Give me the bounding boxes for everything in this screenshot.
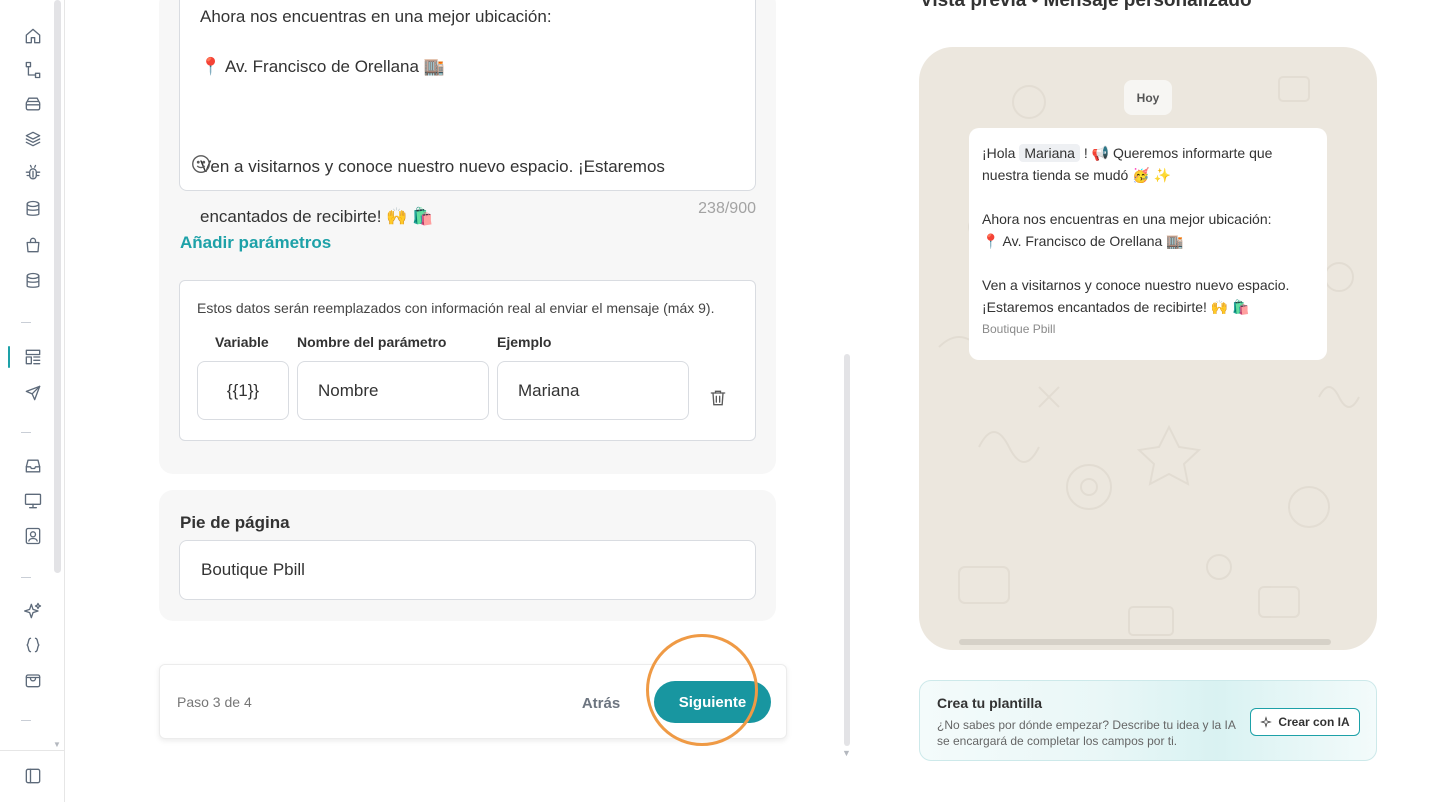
bubble-footer: Boutique Pbill	[982, 322, 1056, 336]
day-chip: Hoy	[1124, 80, 1172, 115]
message-line: Ven a visitarnos y conoce nuestro nuevo …	[200, 157, 665, 176]
param-example-input[interactable]: Mariana	[497, 361, 689, 420]
message-bubble: ¡Hola Mariana ! 📢 Queremos informarte qu…	[969, 128, 1327, 360]
bubble-line: nuestra tienda se mudó 🥳 ✨	[982, 167, 1171, 183]
step-indicator: Paso 3 de 4	[177, 694, 252, 710]
sparkle-icon	[1260, 716, 1273, 728]
message-line: encantados de recibirte! 🙌 🛍️	[200, 207, 434, 226]
params-box: Estos datos serán reemplazados con infor…	[179, 280, 756, 441]
delete-param-button[interactable]	[708, 387, 730, 409]
preview-scrollbar[interactable]	[959, 639, 1331, 645]
database-icon[interactable]	[22, 198, 44, 220]
param-name-input[interactable]: Nombre	[297, 361, 489, 420]
char-counter: 238/900	[698, 200, 756, 217]
bubble-greeting: ¡Hola	[982, 145, 1016, 161]
message-body-textarea[interactable]: Ahora nos encuentras en una mejor ubicac…	[179, 0, 756, 226]
storage-icon[interactable]	[22, 270, 44, 292]
chat-preview: Hoy ¡Hola Mariana ! 📢 Queremos informart…	[919, 47, 1377, 650]
back-button[interactable]: Atrás	[570, 683, 632, 723]
code-braces-icon[interactable]	[22, 634, 44, 656]
send-icon[interactable]	[22, 382, 44, 404]
sidebar-divider	[21, 720, 31, 721]
main-scrollbar[interactable]	[844, 354, 850, 746]
message-line: Ahora nos encuentras en una mejor ubicac…	[200, 7, 552, 26]
archive-icon[interactable]	[22, 93, 44, 115]
col-header-variable: Variable	[215, 334, 269, 350]
params-description: Estos datos serán reemplazados con infor…	[197, 300, 715, 316]
bubble-text: ¡Hola Mariana ! 📢 Queremos informarte qu…	[982, 142, 1317, 318]
create-with-ai-button[interactable]: Crear con IA	[1250, 708, 1360, 736]
bubble-line: Ahora nos encuentras en una mejor ubicac…	[982, 211, 1272, 227]
trash-icon	[710, 390, 726, 406]
ai-card-description: ¿No sabes por dónde empezar? Describe tu…	[937, 718, 1236, 748]
bug-icon[interactable]	[22, 162, 44, 184]
sidebar-active-indicator	[8, 346, 10, 368]
message-body-text: Ahora nos encuentras en una mejor ubicac…	[200, 0, 740, 254]
param-variable-field[interactable]: {{1}}	[197, 361, 289, 420]
home-icon[interactable]	[22, 25, 44, 47]
smiley-icon	[192, 155, 210, 173]
create-with-ai-label: Crear con IA	[1278, 715, 1350, 729]
contact-icon[interactable]	[22, 525, 44, 547]
bubble-line: Ven a visitarnos y conoce nuestro nuevo …	[982, 277, 1290, 293]
stepper-bar: Paso 3 de 4 Atrás Siguiente	[159, 664, 787, 739]
ai-card-title: Crea tu plantilla	[937, 695, 1043, 711]
ai-template-card: Crea tu plantilla ¿No sabes por dónde em…	[919, 680, 1377, 761]
layers-icon[interactable]	[22, 128, 44, 150]
bubble-line: ¡Estaremos encantados de recibirte! 🙌 🛍️	[982, 299, 1250, 315]
bubble-line: 📍 Av. Francisco de Orellana 🏬	[982, 233, 1184, 249]
sidebar-divider	[21, 432, 31, 433]
footer-label: Pie de página	[180, 513, 290, 532]
emoji-picker-button[interactable]	[190, 153, 214, 177]
sidebar-toggle-icon[interactable]	[22, 765, 44, 787]
inbox-icon[interactable]	[22, 455, 44, 477]
message-line: 📍 Av. Francisco de Orellana 🏬	[200, 57, 445, 76]
footer-input[interactable]: Boutique Pbill	[179, 540, 756, 600]
col-header-example: Ejemplo	[497, 334, 552, 350]
col-header-name: Nombre del parámetro	[297, 334, 447, 350]
sidebar: ▼	[0, 0, 65, 802]
sparkles-icon[interactable]	[22, 600, 44, 622]
bubble-greeting-end: ! 📢 Queremos informarte que	[1083, 145, 1273, 161]
flow-icon[interactable]	[22, 59, 44, 81]
sidebar-divider	[21, 322, 31, 323]
name-chip: Mariana	[1019, 144, 1080, 162]
sidebar-footer	[0, 750, 64, 802]
sidebar-scroll-down-icon[interactable]: ▼	[53, 740, 61, 749]
sidebar-scrollbar[interactable]	[54, 0, 61, 573]
monitor-icon[interactable]	[22, 490, 44, 512]
preview-title: Vista previa • Mensaje personalizado	[920, 0, 1252, 11]
store-bag-icon[interactable]	[22, 669, 44, 691]
next-button[interactable]: Siguiente	[654, 681, 771, 723]
shopping-bag-icon[interactable]	[22, 234, 44, 256]
add-params-heading: Añadir parámetros	[180, 233, 332, 252]
main-scroll-down-icon[interactable]: ▼	[842, 748, 851, 758]
templates-icon[interactable]	[22, 346, 44, 368]
sidebar-divider	[21, 577, 31, 578]
